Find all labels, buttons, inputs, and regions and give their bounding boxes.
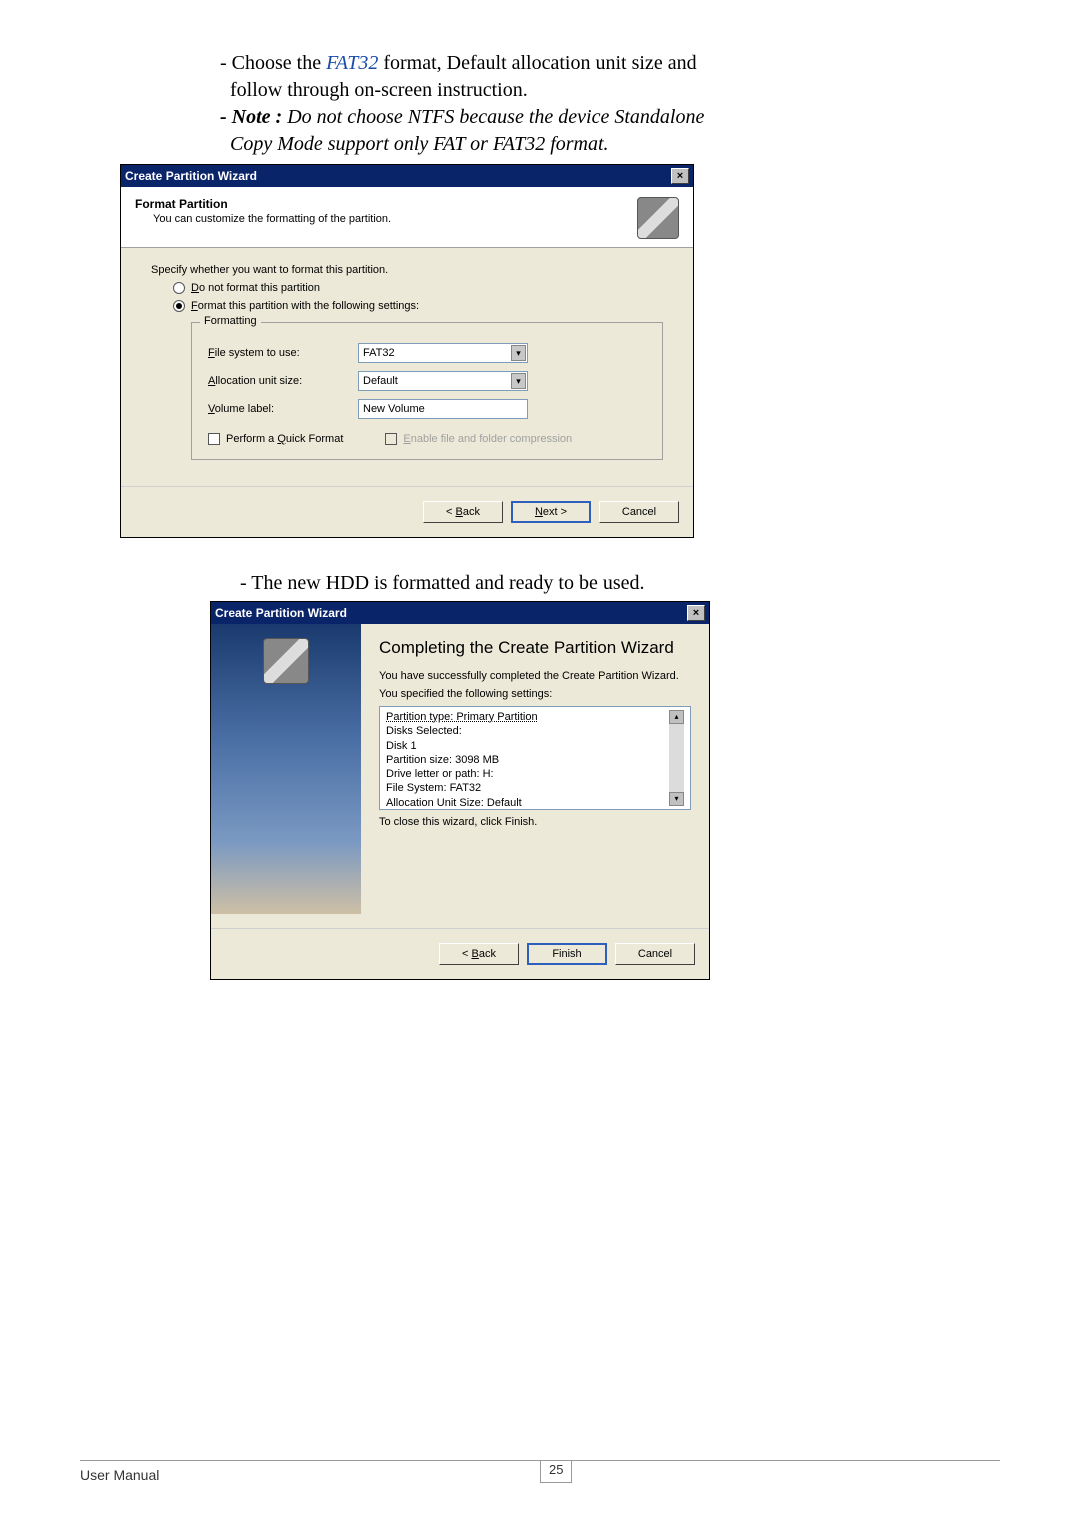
- fat32-term: FAT32: [326, 52, 378, 74]
- dialog2-title: Create Partition Wizard: [215, 606, 347, 620]
- cancel-button[interactable]: Cancel: [599, 501, 679, 523]
- quick-format-checkbox[interactable]: [208, 433, 220, 445]
- summary-line: Disk 1: [386, 739, 669, 753]
- back-button[interactable]: < Back: [423, 501, 503, 523]
- dialog2-titlebar: Create Partition Wizard ×: [211, 602, 709, 624]
- allocation-unit-label: Allocation unit size:: [208, 375, 358, 387]
- wizard-sidebar-image: [211, 624, 361, 914]
- summary-line: File System: FAT32: [386, 781, 669, 795]
- enable-compression-label: Enable file and folder compression: [403, 433, 572, 445]
- format-partition-heading: Format Partition: [135, 197, 391, 211]
- dialog1-title: Create Partition Wizard: [125, 169, 257, 183]
- chevron-down-icon[interactable]: [511, 345, 526, 361]
- dialog1-titlebar: Create Partition Wizard ×: [121, 165, 693, 187]
- finish-button[interactable]: Finish: [527, 943, 607, 965]
- summary-line: Partition type: Primary Partition: [386, 710, 669, 724]
- instruction-text-1: - Choose the FAT32 format, Default alloc…: [220, 50, 1000, 158]
- groupbox-label: Formatting: [200, 315, 261, 327]
- formatting-groupbox: Formatting File system to use: FAT32 All…: [191, 322, 663, 460]
- file-system-select[interactable]: FAT32: [358, 343, 528, 363]
- page-number: 25: [540, 1460, 572, 1483]
- back-button[interactable]: < Back: [439, 943, 519, 965]
- chevron-down-icon[interactable]: [511, 373, 526, 389]
- radio-do-not-format[interactable]: Do not format this partition: [173, 282, 663, 294]
- settings-intro: You specified the following settings:: [379, 688, 691, 700]
- next-button[interactable]: Next >: [511, 501, 591, 523]
- completing-wizard-dialog: Create Partition Wizard × Completing the…: [210, 601, 710, 980]
- summary-line: Drive letter or path: H:: [386, 767, 669, 781]
- summary-scrollbar[interactable]: ▴ ▾: [669, 710, 684, 806]
- format-partition-subheading: You can customize the formatting of the …: [153, 213, 391, 225]
- footer-left: User Manual: [80, 1467, 540, 1483]
- scroll-up-icon[interactable]: ▴: [669, 710, 684, 724]
- radio-icon: [173, 300, 185, 312]
- page-footer: User Manual 25: [80, 1460, 1000, 1483]
- disk-icon: [263, 638, 309, 684]
- close-instruction: To close this wizard, click Finish.: [379, 816, 691, 828]
- allocation-unit-select[interactable]: Default: [358, 371, 528, 391]
- volume-label-label: Volume label:: [208, 403, 358, 415]
- enable-compression-checkbox: [385, 433, 397, 445]
- success-text: You have successfully completed the Crea…: [379, 670, 691, 682]
- volume-label-input[interactable]: New Volume: [358, 399, 528, 419]
- specify-text: Specify whether you want to format this …: [151, 264, 663, 276]
- instruction-text-2: - The new HDD is formatted and ready to …: [240, 572, 1000, 595]
- close-icon[interactable]: ×: [671, 168, 689, 184]
- file-system-label: File system to use:: [208, 347, 358, 359]
- quick-format-label: Perform a Quick Format: [226, 433, 343, 445]
- settings-summary-box: Partition type: Primary Partition Disks …: [379, 706, 691, 810]
- close-icon[interactable]: ×: [687, 605, 705, 621]
- scroll-down-icon[interactable]: ▾: [669, 792, 684, 806]
- summary-line: Allocation Unit Size: Default: [386, 796, 669, 810]
- radio-icon: [173, 282, 185, 294]
- summary-line: Disks Selected:: [386, 724, 669, 738]
- completing-heading: Completing the Create Partition Wizard: [379, 638, 691, 658]
- radio-format-with-settings[interactable]: Format this partition with the following…: [173, 300, 663, 312]
- summary-line: Partition size: 3098 MB: [386, 753, 669, 767]
- disk-icon: [637, 197, 679, 239]
- cancel-button[interactable]: Cancel: [615, 943, 695, 965]
- dialog1-header: Format Partition You can customize the f…: [121, 187, 693, 248]
- format-partition-dialog: Create Partition Wizard × Format Partiti…: [120, 164, 694, 538]
